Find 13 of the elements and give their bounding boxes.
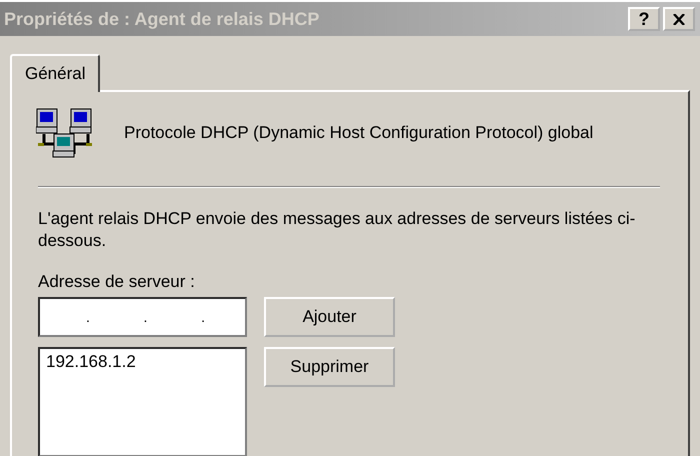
window-title: Propriétés de : Agent de relais DHCP — [4, 8, 320, 30]
server-list[interactable]: 192.168.1.2 — [38, 347, 247, 456]
close-button[interactable] — [663, 7, 695, 31]
description: L'agent relais DHCP envoie des messages aux adresses de serveurs listées ci-dessous. — [38, 208, 636, 252]
field-label: Adresse de serveur : — [38, 272, 196, 292]
server-list-item[interactable]: 192.168.1.2 — [46, 352, 239, 372]
remove-button[interactable]: Supprimer — [264, 347, 395, 387]
header-title: Protocole DHCP (Dynamic Host Configuration Protocol) global — [124, 123, 594, 143]
close-icon — [673, 14, 685, 24]
add-button[interactable]: Ajouter — [264, 297, 395, 337]
tab[interactable]: Général — [10, 54, 100, 92]
ip-address-field[interactable]: . . . — [38, 297, 247, 337]
help-button[interactable]: ? — [628, 7, 660, 31]
